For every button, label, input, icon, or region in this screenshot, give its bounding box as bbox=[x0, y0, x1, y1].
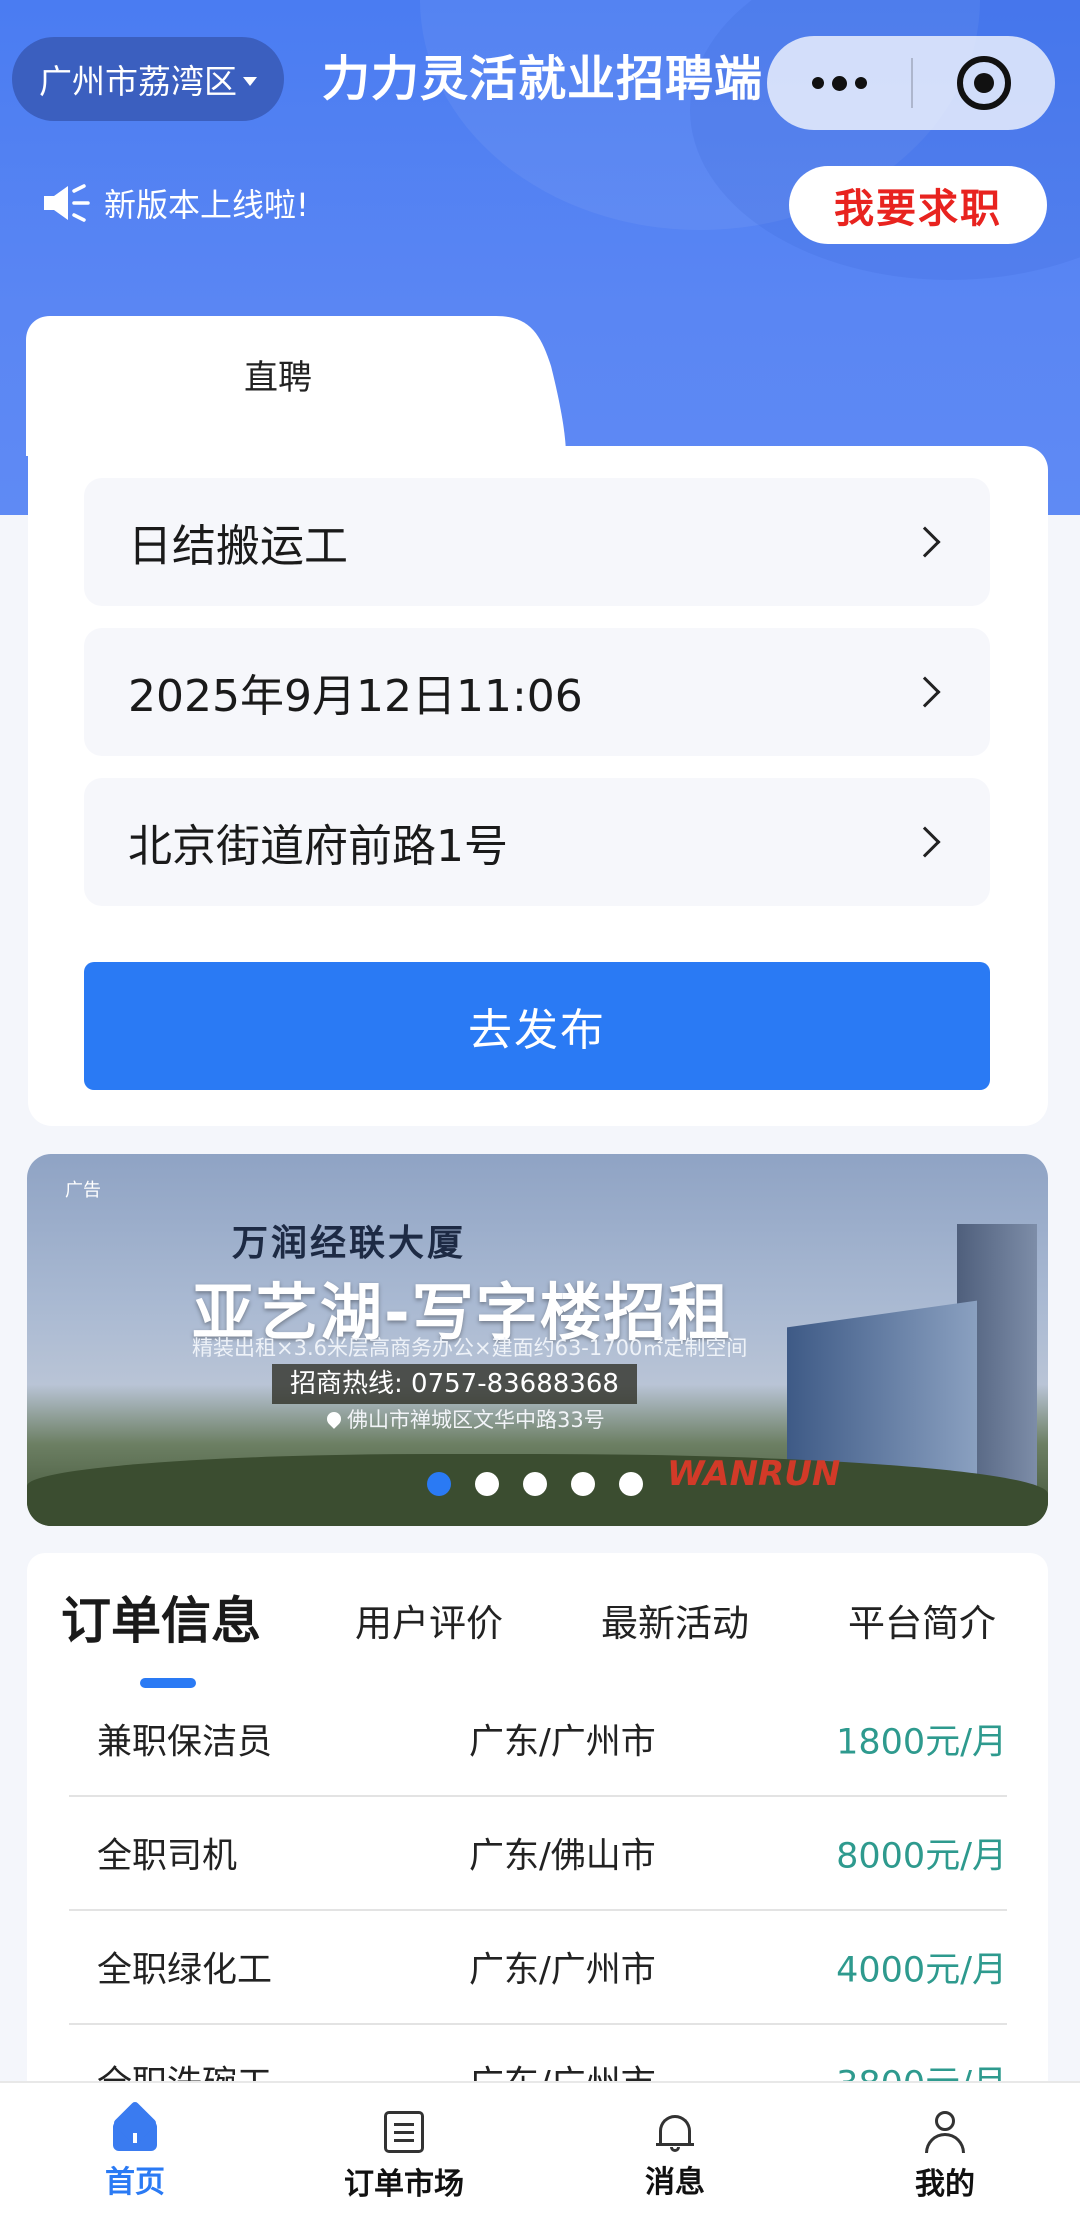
banner-hotline: 招商热线: 0757-83688368 bbox=[272, 1364, 637, 1404]
nav-order-market[interactable]: 订单市场 bbox=[324, 2111, 484, 2203]
address-value: 北京街道府前路1号 bbox=[128, 821, 508, 872]
datetime-value: 2025年9月12日11:06 bbox=[128, 671, 583, 722]
order-pay: 1800元/月 bbox=[836, 1722, 1007, 1763]
location-pin-icon bbox=[324, 1409, 344, 1429]
bell-icon bbox=[656, 2111, 694, 2152]
job-type-field[interactable]: 日结搬运工 bbox=[84, 478, 990, 606]
miniprogram-capsule bbox=[767, 36, 1055, 130]
carousel-indicators bbox=[427, 1472, 643, 1496]
tab-direct-hire[interactable]: 直聘 bbox=[26, 350, 530, 399]
job-seek-button[interactable]: 我要求职 bbox=[789, 166, 1047, 244]
order-location: 广东/广州市 bbox=[469, 1722, 656, 1763]
carousel-dot[interactable] bbox=[619, 1472, 643, 1496]
app-title: 力力灵活就业招聘端 bbox=[322, 51, 764, 107]
announcement-bar[interactable]: 新版本上线啦! bbox=[42, 178, 309, 228]
order-title: 全职绿化工 bbox=[97, 1950, 273, 1991]
banner-address-text: 佛山市禅城区文华中路33号 bbox=[347, 1408, 605, 1432]
ad-banner[interactable]: 广告 万润经联大厦 亚艺湖-写字楼招租 精装出租×3.6米层高商务办公×建面约6… bbox=[27, 1154, 1048, 1526]
tab-reviews[interactable]: 用户评价 bbox=[355, 1593, 503, 1647]
chevron-right-icon bbox=[909, 526, 941, 558]
target-icon bbox=[957, 56, 1011, 110]
carousel-dot[interactable] bbox=[571, 1472, 595, 1496]
user-icon bbox=[924, 2111, 966, 2153]
chevron-right-icon bbox=[909, 676, 941, 708]
datetime-field[interactable]: 2025年9月12日11:06 bbox=[84, 628, 990, 756]
order-location: 广东/广州市 bbox=[469, 1950, 656, 1991]
home-icon bbox=[113, 2111, 157, 2151]
chevron-right-icon bbox=[909, 826, 941, 858]
carousel-dot[interactable] bbox=[475, 1472, 499, 1496]
more-dots-icon bbox=[854, 77, 867, 89]
nav-profile-label: 我的 bbox=[915, 2167, 975, 2202]
order-row[interactable]: 全职司机 广东/佛山市 8000元/月 bbox=[69, 1797, 1007, 1911]
speaker-icon bbox=[44, 184, 90, 222]
city-label: 广州市荔湾区 bbox=[39, 62, 237, 101]
tab-activities[interactable]: 最新活动 bbox=[601, 1593, 749, 1647]
banner-logo: WANRUN bbox=[667, 1454, 841, 1494]
nav-home-label: 首页 bbox=[105, 2165, 165, 2200]
caret-down-icon bbox=[243, 76, 257, 86]
address-field[interactable]: 北京街道府前路1号 bbox=[84, 778, 990, 906]
close-miniprogram-button[interactable] bbox=[913, 36, 1055, 130]
more-dots-icon bbox=[811, 77, 824, 89]
ad-tag: 广告 bbox=[65, 1180, 101, 1201]
order-row[interactable]: 兼职保洁员 广东/广州市 1800元/月 bbox=[69, 1683, 1007, 1797]
city-selector[interactable]: 广州市荔湾区 bbox=[12, 37, 284, 121]
order-row[interactable]: 全职绿化工 广东/广州市 4000元/月 bbox=[69, 1911, 1007, 2025]
banner-address: 佛山市禅城区文华中路33号 bbox=[324, 1404, 605, 1434]
nav-order-market-label: 订单市场 bbox=[344, 2167, 464, 2202]
more-options-button[interactable] bbox=[767, 36, 911, 130]
nav-messages-label: 消息 bbox=[645, 2165, 705, 2200]
order-title: 兼职保洁员 bbox=[97, 1722, 273, 1763]
carousel-dot[interactable] bbox=[523, 1472, 547, 1496]
info-tabs: 订单信息 用户评价 最新活动 平台简介 bbox=[27, 1553, 1048, 1693]
order-list: 兼职保洁员 广东/广州市 1800元/月 全职司机 广东/佛山市 8000元/月… bbox=[69, 1683, 1007, 2113]
announcement-text: 新版本上线啦! bbox=[104, 186, 309, 224]
order-pay: 8000元/月 bbox=[836, 1836, 1007, 1877]
order-location: 广东/佛山市 bbox=[469, 1836, 656, 1877]
tab-orders[interactable]: 订单信息 bbox=[61, 1581, 261, 1653]
order-title: 全职司机 bbox=[97, 1836, 238, 1877]
tab-platform-intro[interactable]: 平台简介 bbox=[848, 1593, 996, 1647]
bottom-navigation: 首页 订单市场 消息 我的 bbox=[0, 2081, 1080, 2218]
banner-description: 精装出租×3.6米层高商务办公×建面约63-1700㎡定制空间 bbox=[192, 1336, 748, 1360]
publish-button[interactable]: 去发布 bbox=[84, 962, 990, 1090]
orders-icon bbox=[384, 2111, 424, 2153]
info-section: 订单信息 用户评价 最新活动 平台简介 兼职保洁员 广东/广州市 1800元/月… bbox=[27, 1553, 1048, 2113]
order-pay: 4000元/月 bbox=[836, 1950, 1007, 1991]
nav-messages[interactable]: 消息 bbox=[595, 2111, 755, 2201]
job-type-value: 日结搬运工 bbox=[128, 521, 348, 572]
carousel-dot[interactable] bbox=[427, 1472, 451, 1496]
nav-home[interactable]: 首页 bbox=[55, 2111, 215, 2201]
nav-profile[interactable]: 我的 bbox=[865, 2111, 1025, 2203]
more-dots-icon bbox=[831, 75, 847, 91]
banner-company: 万润经联大厦 bbox=[232, 1223, 467, 1264]
